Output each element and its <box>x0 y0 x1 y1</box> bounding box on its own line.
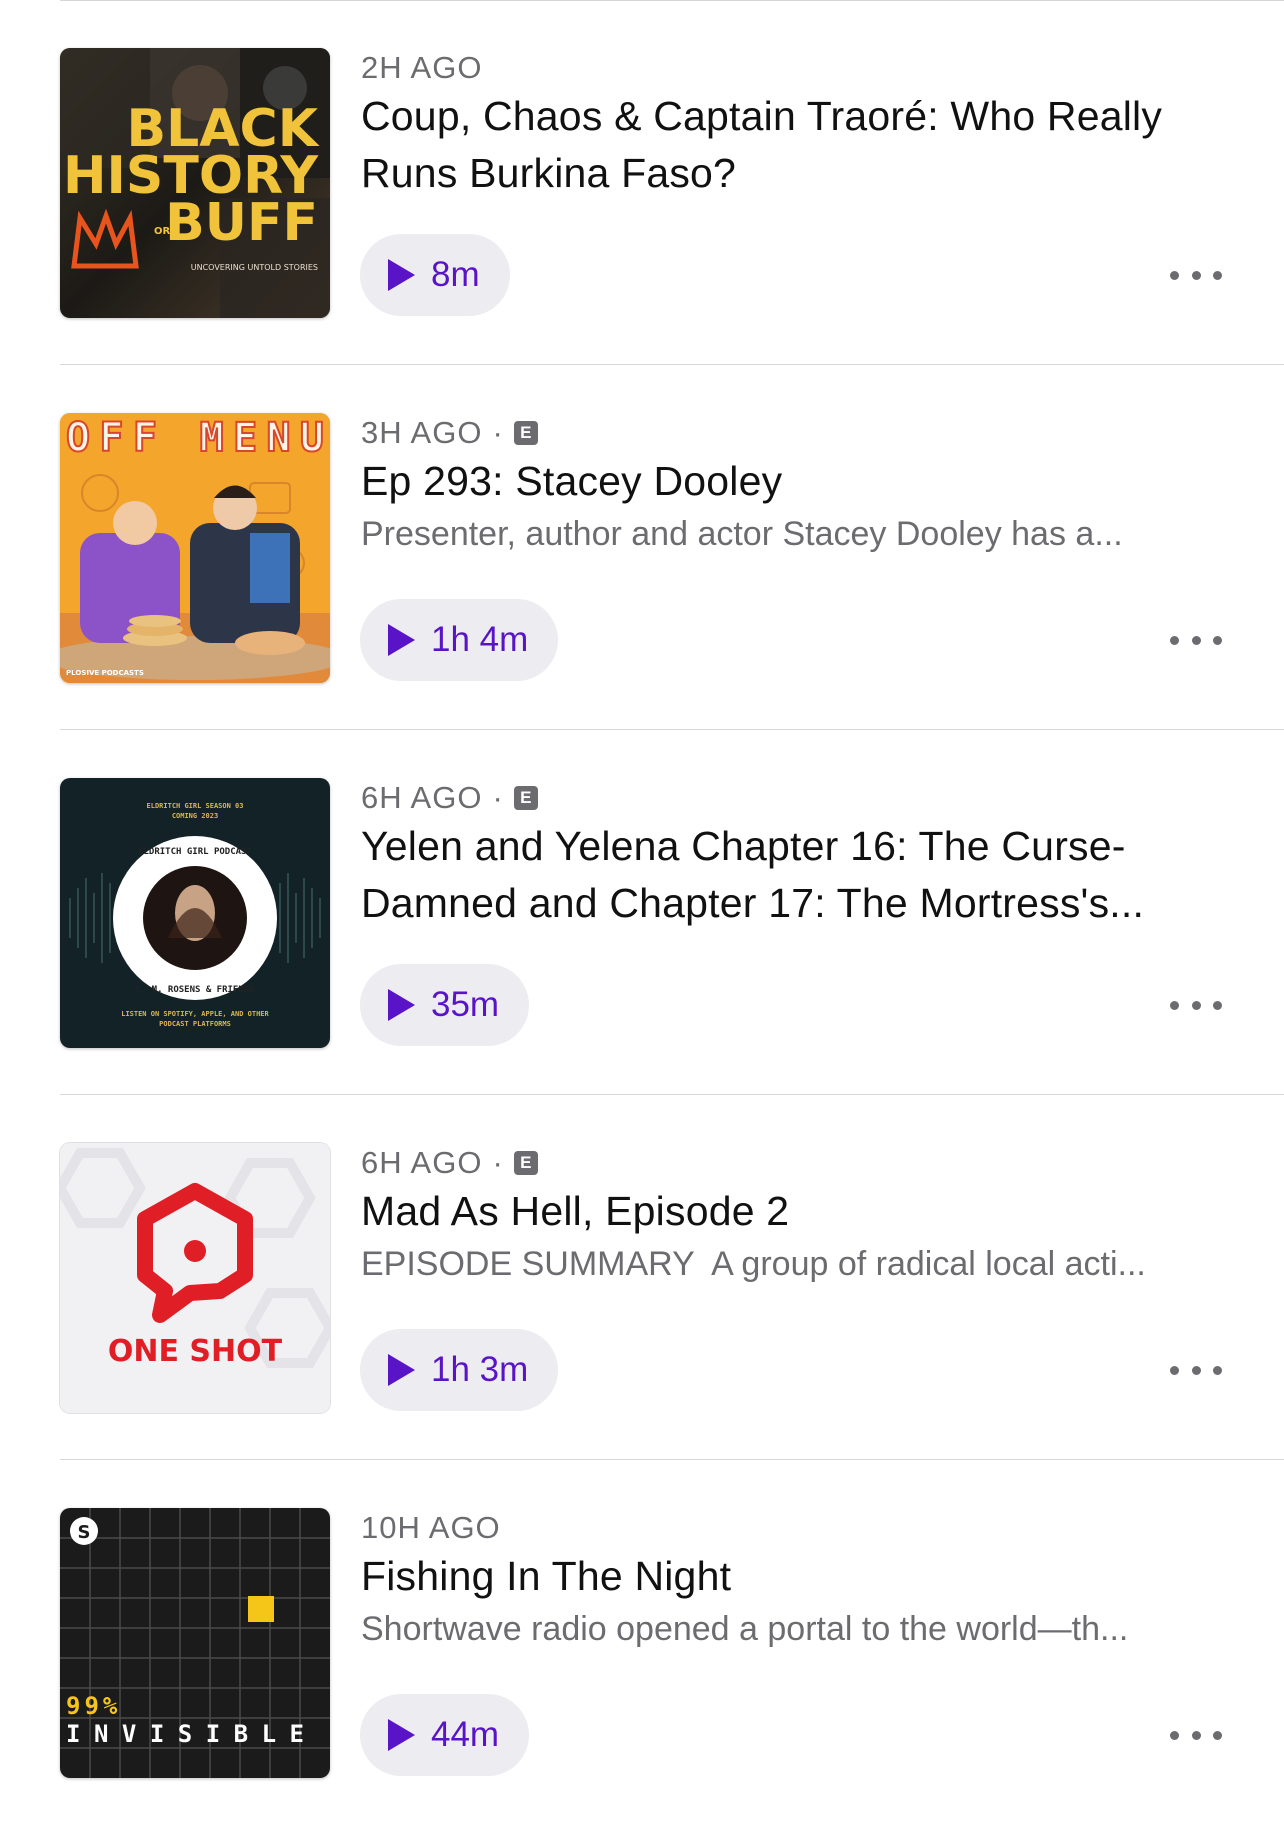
episode-title[interactable]: Ep 293: Stacey Dooley <box>361 453 1241 510</box>
more-options-icon[interactable] <box>1170 629 1222 651</box>
episode-row[interactable]: BLACK HISTORY BUFF OR UNCOVERING UNTOLD … <box>0 0 1284 365</box>
episode-meta: 6H AGO · E <box>361 1145 538 1181</box>
episode-description: Presenter, author and actor Stacey Doole… <box>361 515 1123 553</box>
episode-row[interactable]: OFF MENU PLOSIVE PODCASTS 3H AGO · E Ep … <box>0 365 1284 730</box>
art-text: PLOSIVE PODCASTS <box>66 669 144 677</box>
play-icon <box>388 624 415 656</box>
episode-time: 10H AGO <box>361 1510 501 1545</box>
episode-time: 2H AGO <box>361 50 483 85</box>
explicit-badge: E <box>513 421 538 445</box>
episode-time: 6H AGO <box>361 1145 483 1180</box>
episode-title[interactable]: Yelen and Yelena Chapter 16: The Curse-D… <box>361 818 1241 932</box>
off-menu-artwork: OFF MENU PLOSIVE PODCASTS <box>60 413 330 683</box>
art-text: INVISIBLE <box>66 1720 304 1748</box>
episode-duration: 8m <box>431 255 480 294</box>
episode-meta: 3H AGO · E <box>361 415 538 451</box>
explicit-badge: E <box>513 786 538 810</box>
play-icon <box>388 259 415 291</box>
play-icon <box>388 1354 415 1386</box>
more-options-icon[interactable] <box>1170 1359 1222 1381</box>
episode-row[interactable]: S 99% INVISIBLE 10H AGO Fishing In The N… <box>0 1460 1284 1825</box>
art-text: COMING 2023 <box>172 812 218 820</box>
episode-description: Shortwave radio opened a portal to the w… <box>361 1610 1129 1648</box>
episode-meta: 10H AGO <box>361 1510 501 1546</box>
art-text: ONE SHOT <box>108 1334 283 1369</box>
more-options-icon[interactable] <box>1170 1724 1222 1746</box>
play-button[interactable]: 35m <box>360 964 530 1046</box>
art-text: PODCAST PLATFORMS <box>159 1020 231 1028</box>
episode-row[interactable]: ONE SHOT 6H AGO · E Mad As Hell, Episode… <box>0 1095 1284 1460</box>
episode-duration: 35m <box>431 985 500 1024</box>
episode-duration: 44m <box>431 1715 500 1754</box>
episode-meta: 6H AGO · E <box>361 780 538 816</box>
art-text: OR <box>154 226 171 237</box>
explicit-badge: E <box>513 1151 538 1175</box>
play-button[interactable]: 1h 3m <box>360 1329 559 1411</box>
play-button[interactable]: 44m <box>360 1694 530 1776</box>
art-text: LISTEN ON SPOTIFY, APPLE, AND OTHER <box>121 1010 269 1018</box>
episode-title[interactable]: Coup, Chaos & Captain Traoré: Who Really… <box>361 88 1241 202</box>
art-text: S <box>78 1522 91 1543</box>
more-options-icon[interactable] <box>1170 264 1222 286</box>
episode-title[interactable]: Mad As Hell, Episode 2 <box>361 1183 1241 1240</box>
episode-time: 6H AGO <box>361 780 483 815</box>
play-button[interactable]: 8m <box>360 234 510 316</box>
art-text: BUFF <box>165 193 318 253</box>
episode-time: 3H AGO <box>361 415 483 450</box>
episode-duration: 1h 3m <box>431 1350 529 1389</box>
play-icon <box>388 989 415 1021</box>
episode-meta: 2H AGO <box>361 50 482 86</box>
art-text: ELDRITCH GIRL PODCAST <box>138 847 252 857</box>
99-percent-invisible-artwork: S 99% INVISIBLE <box>60 1508 330 1778</box>
episode-title[interactable]: Fishing In The Night <box>361 1548 1241 1605</box>
more-options-icon[interactable] <box>1170 994 1222 1016</box>
play-icon <box>388 1719 415 1751</box>
art-text: 99% <box>66 1692 121 1720</box>
art-text: C. M. ROSENS & FRIENDS <box>135 985 254 995</box>
episode-row[interactable]: ELDRITCH GIRL SEASON 03 COMING 2023 ELDR… <box>0 730 1284 1095</box>
one-shot-artwork: ONE SHOT <box>60 1143 330 1413</box>
episode-duration: 1h 4m <box>431 620 529 659</box>
eldritch-girl-podcast-artwork: ELDRITCH GIRL SEASON 03 COMING 2023 ELDR… <box>60 778 330 1048</box>
play-button[interactable]: 1h 4m <box>360 599 559 681</box>
episode-description: EPISODE SUMMARY A group of radical local… <box>361 1245 1146 1283</box>
art-text: UNCOVERING UNTOLD STORIES <box>191 263 318 272</box>
art-text: ELDRITCH GIRL SEASON 03 <box>147 802 244 810</box>
black-history-buff-artwork: BLACK HISTORY BUFF OR UNCOVERING UNTOLD … <box>60 48 330 318</box>
